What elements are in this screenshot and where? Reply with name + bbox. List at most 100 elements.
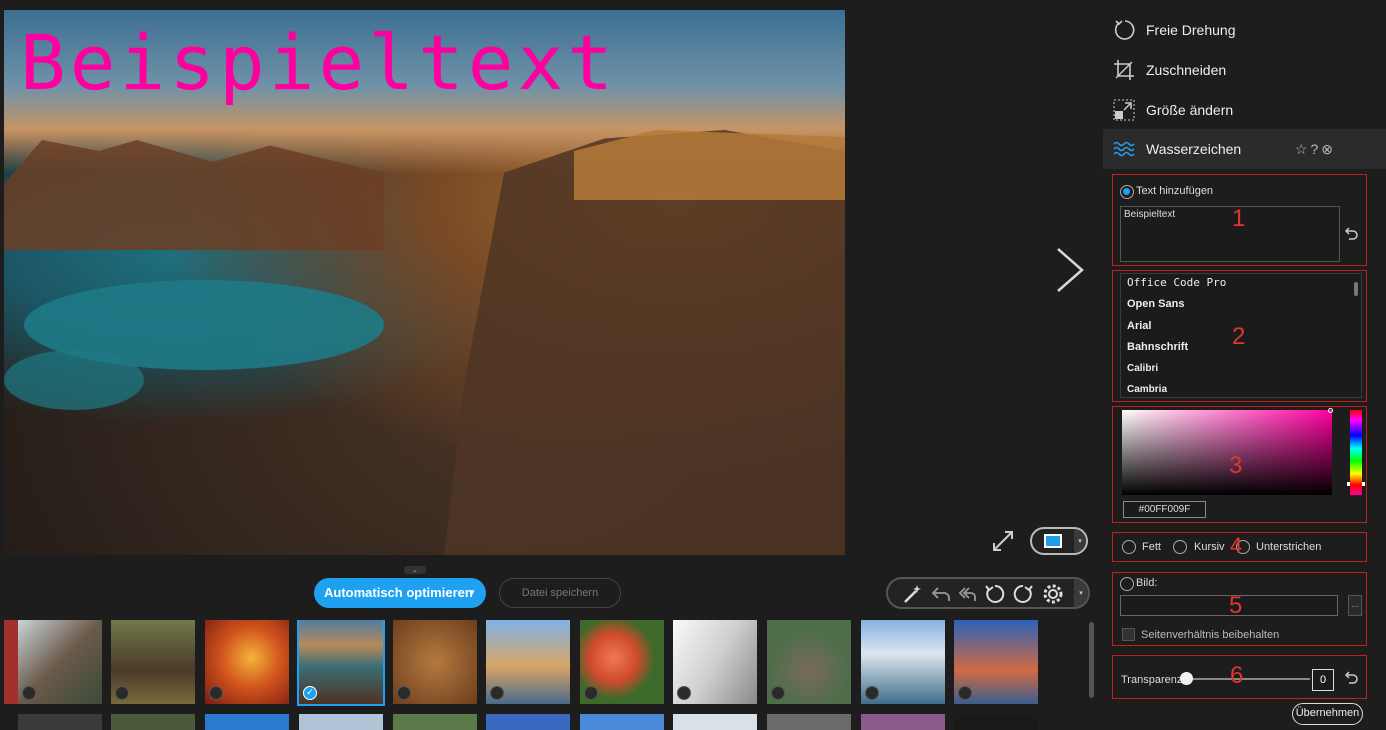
sunlit-cliff-shape	[574, 130, 845, 200]
add-text-label: Text hinzufügen	[1136, 185, 1214, 197]
thumbnail[interactable]	[111, 714, 195, 730]
bold-label: Fett	[1142, 541, 1161, 553]
thumbnail[interactable]	[861, 714, 945, 730]
thumbnail[interactable]	[954, 620, 1038, 704]
apply-button[interactable]: Übernehmen	[1292, 703, 1363, 725]
thumbnail-scrollbar[interactable]	[1089, 622, 1094, 698]
menu-item-label: Größe ändern	[1146, 102, 1234, 118]
rotate-right-icon[interactable]	[1012, 583, 1034, 605]
thumbnail[interactable]	[673, 620, 757, 704]
add-image-radio[interactable]	[1120, 577, 1134, 591]
thumbnail[interactable]	[767, 620, 851, 704]
opacity-slider-track[interactable]	[1180, 678, 1310, 680]
chevron-down-icon[interactable]: ▾	[1074, 529, 1086, 553]
next-image-chevron-icon[interactable]	[1050, 245, 1090, 295]
auto-optimize-button[interactable]: Automatisch optimieren ▼	[314, 578, 486, 608]
select-circle[interactable]	[958, 686, 972, 700]
help-icon[interactable]: ?	[1310, 141, 1321, 157]
mesa-shape	[4, 140, 384, 250]
thumbnail[interactable]	[299, 714, 383, 730]
hex-color-input[interactable]: #00FF009F	[1123, 501, 1206, 518]
select-circle[interactable]	[771, 686, 785, 700]
magic-wand-icon[interactable]	[902, 583, 924, 605]
thumbnail[interactable]	[18, 620, 102, 704]
check-icon[interactable]: ✓	[303, 686, 317, 700]
bold-radio[interactable]	[1122, 540, 1136, 554]
thumbnail[interactable]	[4, 620, 18, 704]
annotation-number: 5	[1229, 592, 1243, 619]
font-item[interactable]: Bahnschrift	[1127, 341, 1188, 353]
undo-icon[interactable]	[930, 583, 952, 605]
italic-label: Kursiv	[1194, 541, 1225, 553]
thumbnail[interactable]	[393, 620, 477, 704]
font-item[interactable]: Cambria	[1127, 384, 1167, 395]
opacity-slider-knob[interactable]	[1180, 672, 1193, 685]
menu-item-watermark[interactable]: Wasserzeichen ☆?⊗	[1103, 129, 1386, 169]
thumbnail[interactable]	[954, 714, 1038, 730]
thumbnail[interactable]	[673, 714, 757, 730]
font-item[interactable]: Office Code Pro	[1127, 276, 1226, 289]
select-circle[interactable]	[115, 686, 129, 700]
thumbnail[interactable]	[861, 620, 945, 704]
gear-icon[interactable]	[1042, 583, 1064, 605]
watermark-text[interactable]: Beispieltext	[20, 18, 617, 108]
select-circle[interactable]	[209, 686, 223, 700]
thumbnail[interactable]	[486, 714, 570, 730]
italic-radio[interactable]	[1173, 540, 1187, 554]
image-preview[interactable]: Beispieltext	[4, 10, 845, 555]
font-item[interactable]: Arial	[1127, 320, 1151, 332]
thumbnail[interactable]	[767, 714, 851, 730]
close-icon[interactable]: ⊗	[1321, 141, 1336, 157]
menu-item-label: Wasserzeichen	[1146, 141, 1242, 157]
thumbnail[interactable]	[205, 714, 289, 730]
font-item[interactable]: Open Sans	[1127, 298, 1184, 310]
hue-slider-handle[interactable]	[1347, 482, 1365, 486]
thumbnail[interactable]	[393, 714, 477, 730]
fullscreen-icon[interactable]	[992, 530, 1014, 552]
select-circle[interactable]	[22, 686, 36, 700]
select-circle[interactable]	[865, 686, 879, 700]
color-picker-field[interactable]	[1122, 410, 1332, 495]
chevron-down-icon[interactable]: ▾	[1074, 579, 1088, 607]
thumbnail[interactable]	[205, 620, 289, 704]
menu-item-label: Zuschneiden	[1146, 62, 1227, 78]
rotate-icon	[1114, 20, 1135, 40]
opacity-value-input[interactable]: 0	[1312, 669, 1334, 691]
select-circle[interactable]	[490, 686, 504, 700]
select-circle[interactable]	[584, 686, 598, 700]
reset-icon[interactable]	[1343, 226, 1359, 242]
color-picker-handle[interactable]	[1328, 408, 1333, 413]
menu-item-free-rotate[interactable]: Freie Drehung	[1103, 10, 1386, 50]
thumbnail[interactable]	[580, 714, 664, 730]
collapse-filmstrip-handle[interactable]: ⌄	[404, 566, 426, 574]
chevron-down-icon[interactable]: ▼	[468, 578, 476, 608]
screen-icon	[1044, 534, 1062, 548]
thumbnail[interactable]	[486, 620, 570, 704]
add-text-radio[interactable]	[1120, 185, 1134, 199]
font-item[interactable]: Calibri	[1127, 363, 1158, 374]
reset-icon[interactable]	[1343, 670, 1359, 686]
select-circle[interactable]	[397, 686, 411, 700]
select-circle[interactable]	[677, 686, 691, 700]
menu-item-resize[interactable]: Größe ändern	[1103, 90, 1386, 130]
watermark-text-input[interactable]: Beispieltext	[1120, 206, 1340, 262]
thumbnail[interactable]: ✓	[297, 620, 385, 706]
annotation-number: 3	[1229, 452, 1243, 479]
watermark-actions: ☆?⊗	[1295, 129, 1336, 169]
thumbnail[interactable]	[111, 620, 195, 704]
add-image-label: Bild:	[1136, 577, 1158, 589]
font-list-scrollbar[interactable]	[1354, 282, 1358, 296]
favorite-star-icon[interactable]: ☆	[1295, 141, 1311, 157]
view-mode-toggle[interactable]: ▾	[1030, 527, 1088, 555]
annotation-number: 1	[1232, 205, 1246, 232]
thumbnail[interactable]	[18, 714, 102, 730]
photo-editor-window: Beispieltext ▾ ⌄ Automatisch optimieren …	[0, 0, 1386, 730]
undo-all-icon[interactable]	[956, 583, 978, 605]
keep-aspect-checkbox[interactable]	[1122, 628, 1135, 641]
menu-item-crop[interactable]: Zuschneiden	[1103, 50, 1386, 90]
save-file-button[interactable]: Datei speichern	[499, 578, 621, 608]
thumbnail[interactable]	[580, 620, 664, 704]
crop-icon	[1114, 60, 1134, 80]
browse-button[interactable]: …	[1348, 595, 1362, 616]
rotate-left-icon[interactable]	[984, 583, 1006, 605]
